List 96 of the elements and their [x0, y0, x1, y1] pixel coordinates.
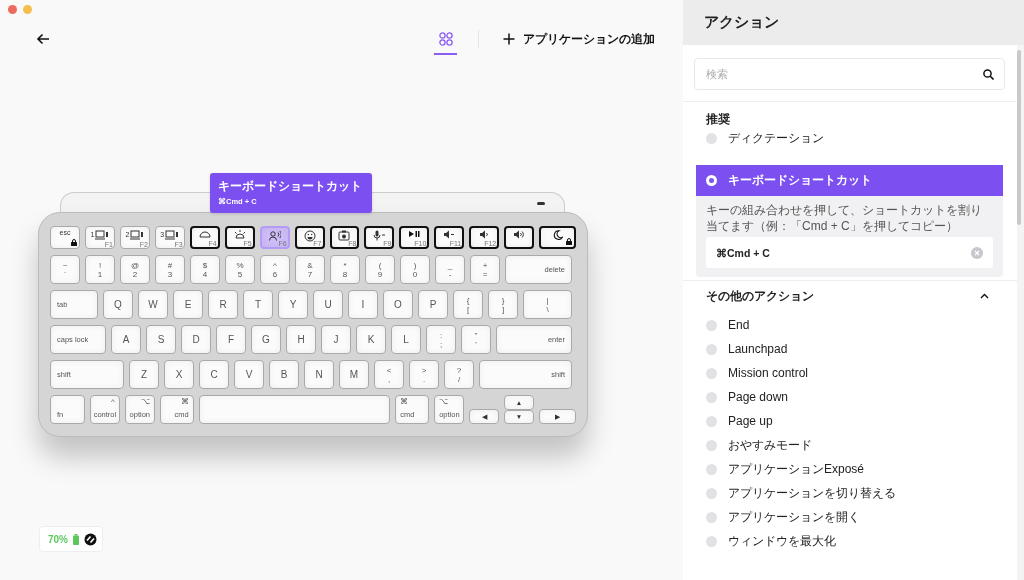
key[interactable]: ~ ` — [50, 255, 80, 284]
key[interactable]: L — [391, 325, 421, 354]
key[interactable]: W — [138, 290, 168, 319]
action-option[interactable]: Mission control — [696, 361, 1003, 385]
action-option[interactable]: Page down — [696, 385, 1003, 409]
volume-up-icon — [513, 230, 526, 239]
play-pause-icon — [408, 230, 421, 238]
key[interactable]: ) 0 — [400, 255, 430, 284]
grid-icon — [438, 32, 453, 46]
key[interactable]: : ; — [426, 325, 456, 354]
mute-icon — [443, 230, 456, 239]
key[interactable]: | \ — [523, 290, 572, 319]
key[interactable]: D — [181, 325, 211, 354]
key[interactable]: % 5 — [225, 255, 255, 284]
key[interactable]: S — [146, 325, 176, 354]
key[interactable] — [539, 226, 577, 249]
section-title: 推奨 — [706, 111, 730, 127]
key[interactable]: ! 1 — [85, 255, 115, 284]
key[interactable]: T — [243, 290, 273, 319]
battery-percentage: 70% — [48, 533, 68, 545]
computer-icon — [95, 229, 110, 240]
action-option[interactable]: Page up — [696, 409, 1003, 433]
key[interactable]: J — [321, 325, 351, 354]
action-option[interactable]: ウィンドウを最大化 — [696, 529, 1003, 553]
option-description: キーの組み合わせを押して、ショートカットを割り当てます（例：「Cmd + C」を押してコピー） — [706, 202, 983, 234]
key[interactable]: P — [418, 290, 448, 319]
key[interactable]: V — [234, 360, 264, 389]
key[interactable]: K — [356, 325, 386, 354]
key[interactable]: B — [269, 360, 299, 389]
key[interactable]: E — [173, 290, 203, 319]
action-option[interactable]: キーボードショートカット — [696, 165, 1003, 196]
chevron-icon[interactable] — [980, 293, 989, 299]
action-option[interactable]: アプリケーションを切り替える — [696, 481, 1003, 505]
key[interactable]: H — [286, 325, 316, 354]
space-bar[interactable] — [198, 395, 391, 424]
computer-icon — [130, 229, 145, 240]
key[interactable]: $ 4 — [190, 255, 220, 284]
microphone-icon — [373, 230, 386, 241]
key[interactable]: Z — [129, 360, 159, 389]
action-option[interactable]: End — [696, 313, 1003, 337]
moon-icon — [552, 230, 563, 240]
sun-rays-icon — [233, 230, 246, 239]
key[interactable]: " ' — [461, 325, 491, 354]
key[interactable]: ( 9 — [365, 255, 395, 284]
key[interactable]: Q — [103, 290, 133, 319]
action-option[interactable]: ディクテーション — [696, 126, 1003, 150]
key[interactable]: } ] — [488, 290, 518, 319]
back-button[interactable] — [36, 33, 50, 45]
key[interactable]: < , — [374, 360, 404, 389]
key[interactable]: @ 2 — [120, 255, 150, 284]
shortcut-field[interactable]: ⌘Cmd + C — [706, 237, 993, 268]
key[interactable]: Y — [278, 290, 308, 319]
key[interactable]: R — [208, 290, 238, 319]
tooltip-title: キーボードショートカット — [218, 179, 363, 194]
key[interactable]: ^ 6 — [260, 255, 290, 284]
key[interactable]: + = — [470, 255, 500, 284]
key[interactable]: _ - — [435, 255, 465, 284]
search-field[interactable]: 検索 — [694, 58, 1005, 90]
key[interactable]: & 7 — [295, 255, 325, 284]
window-button[interactable] — [8, 5, 17, 14]
key[interactable]: A — [111, 325, 141, 354]
volume-down-icon — [479, 230, 490, 239]
plus-icon — [503, 33, 515, 45]
back-arrow-icon — [36, 33, 50, 45]
smiley-icon — [303, 230, 316, 242]
key[interactable]: I — [348, 290, 378, 319]
indicator-light-icon — [537, 202, 545, 205]
panel-title: アクション — [704, 13, 779, 32]
action-option[interactable]: おやすみモード — [696, 433, 1003, 457]
key[interactable]: ? / — [444, 360, 474, 389]
search-icon — [983, 69, 994, 80]
clear-icon — [971, 246, 983, 259]
key[interactable]: * 8 — [330, 255, 360, 284]
add-application-button[interactable]: アプリケーションの追加 — [503, 30, 655, 48]
key[interactable]: F — [216, 325, 246, 354]
key[interactable]: X — [164, 360, 194, 389]
key[interactable]: U — [313, 290, 343, 319]
key[interactable]: C — [199, 360, 229, 389]
action-option[interactable]: Launchpad — [696, 337, 1003, 361]
semicircle-icon — [198, 230, 211, 238]
action-option[interactable]: アプリケーションExposé — [696, 457, 1003, 481]
key[interactable]: { [ — [453, 290, 483, 319]
action-option[interactable]: アプリケーションを開く — [696, 505, 1003, 529]
key[interactable]: # 3 — [155, 255, 185, 284]
key[interactable]: M — [339, 360, 369, 389]
scrollbar[interactable] — [1017, 45, 1024, 580]
battery-icon — [73, 533, 79, 545]
screenshot-icon — [338, 230, 351, 241]
key[interactable]: N — [304, 360, 334, 389]
key[interactable] — [504, 226, 535, 249]
key[interactable]: > . — [409, 360, 439, 389]
section-title: その他のアクション — [706, 288, 814, 304]
computer-icon — [165, 229, 180, 240]
person-speaking-icon — [268, 230, 281, 241]
key[interactable]: O — [383, 290, 413, 319]
key[interactable]: G — [251, 325, 281, 354]
